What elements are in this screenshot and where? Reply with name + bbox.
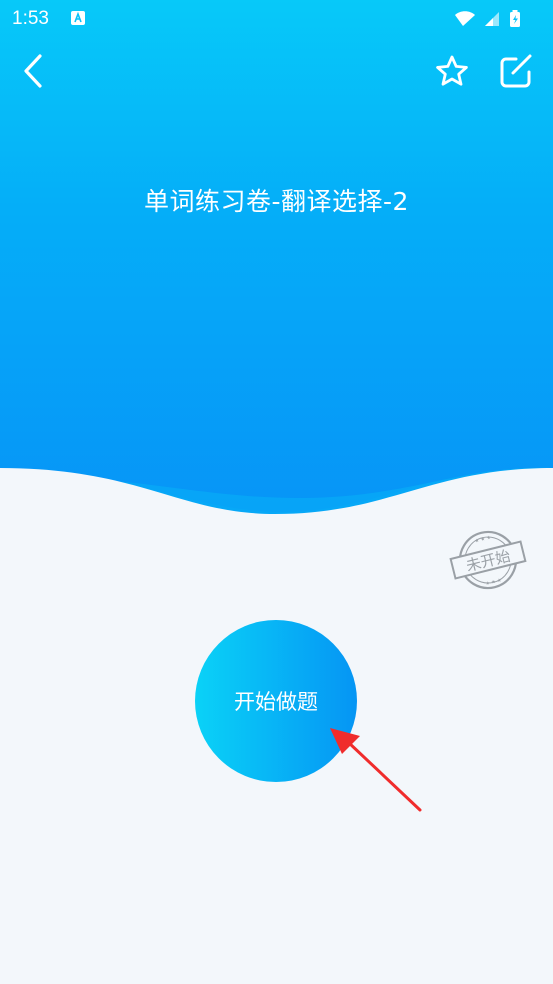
status-bar: 1:53 [0,0,553,38]
back-button[interactable] [12,50,56,94]
cell-signal-icon [485,12,499,26]
wave-divider [0,467,553,530]
annotation-arrow [330,728,422,812]
app-notification-icon [71,11,85,25]
status-time: 1:53 [12,8,49,29]
start-button-label: 开始做题 [234,690,318,714]
status-stamp: ★ ★ ★ ★ ★ ★ 未开始 [449,530,527,590]
status-icons [453,8,543,28]
page-title: 单词练习卷-翻译选择-2 [144,187,409,216]
stamp-icon: ★ ★ ★ ★ ★ ★ 未开始 [449,530,527,590]
favorite-button[interactable] [430,50,474,94]
battery-charging-icon [510,10,520,27]
wifi-icon [455,11,475,26]
star-icon [436,55,468,86]
edit-icon [500,54,532,88]
chevron-left-icon [24,54,42,88]
svg-text:★ ★ ★: ★ ★ ★ [474,535,492,545]
edit-button[interactable] [494,50,538,94]
